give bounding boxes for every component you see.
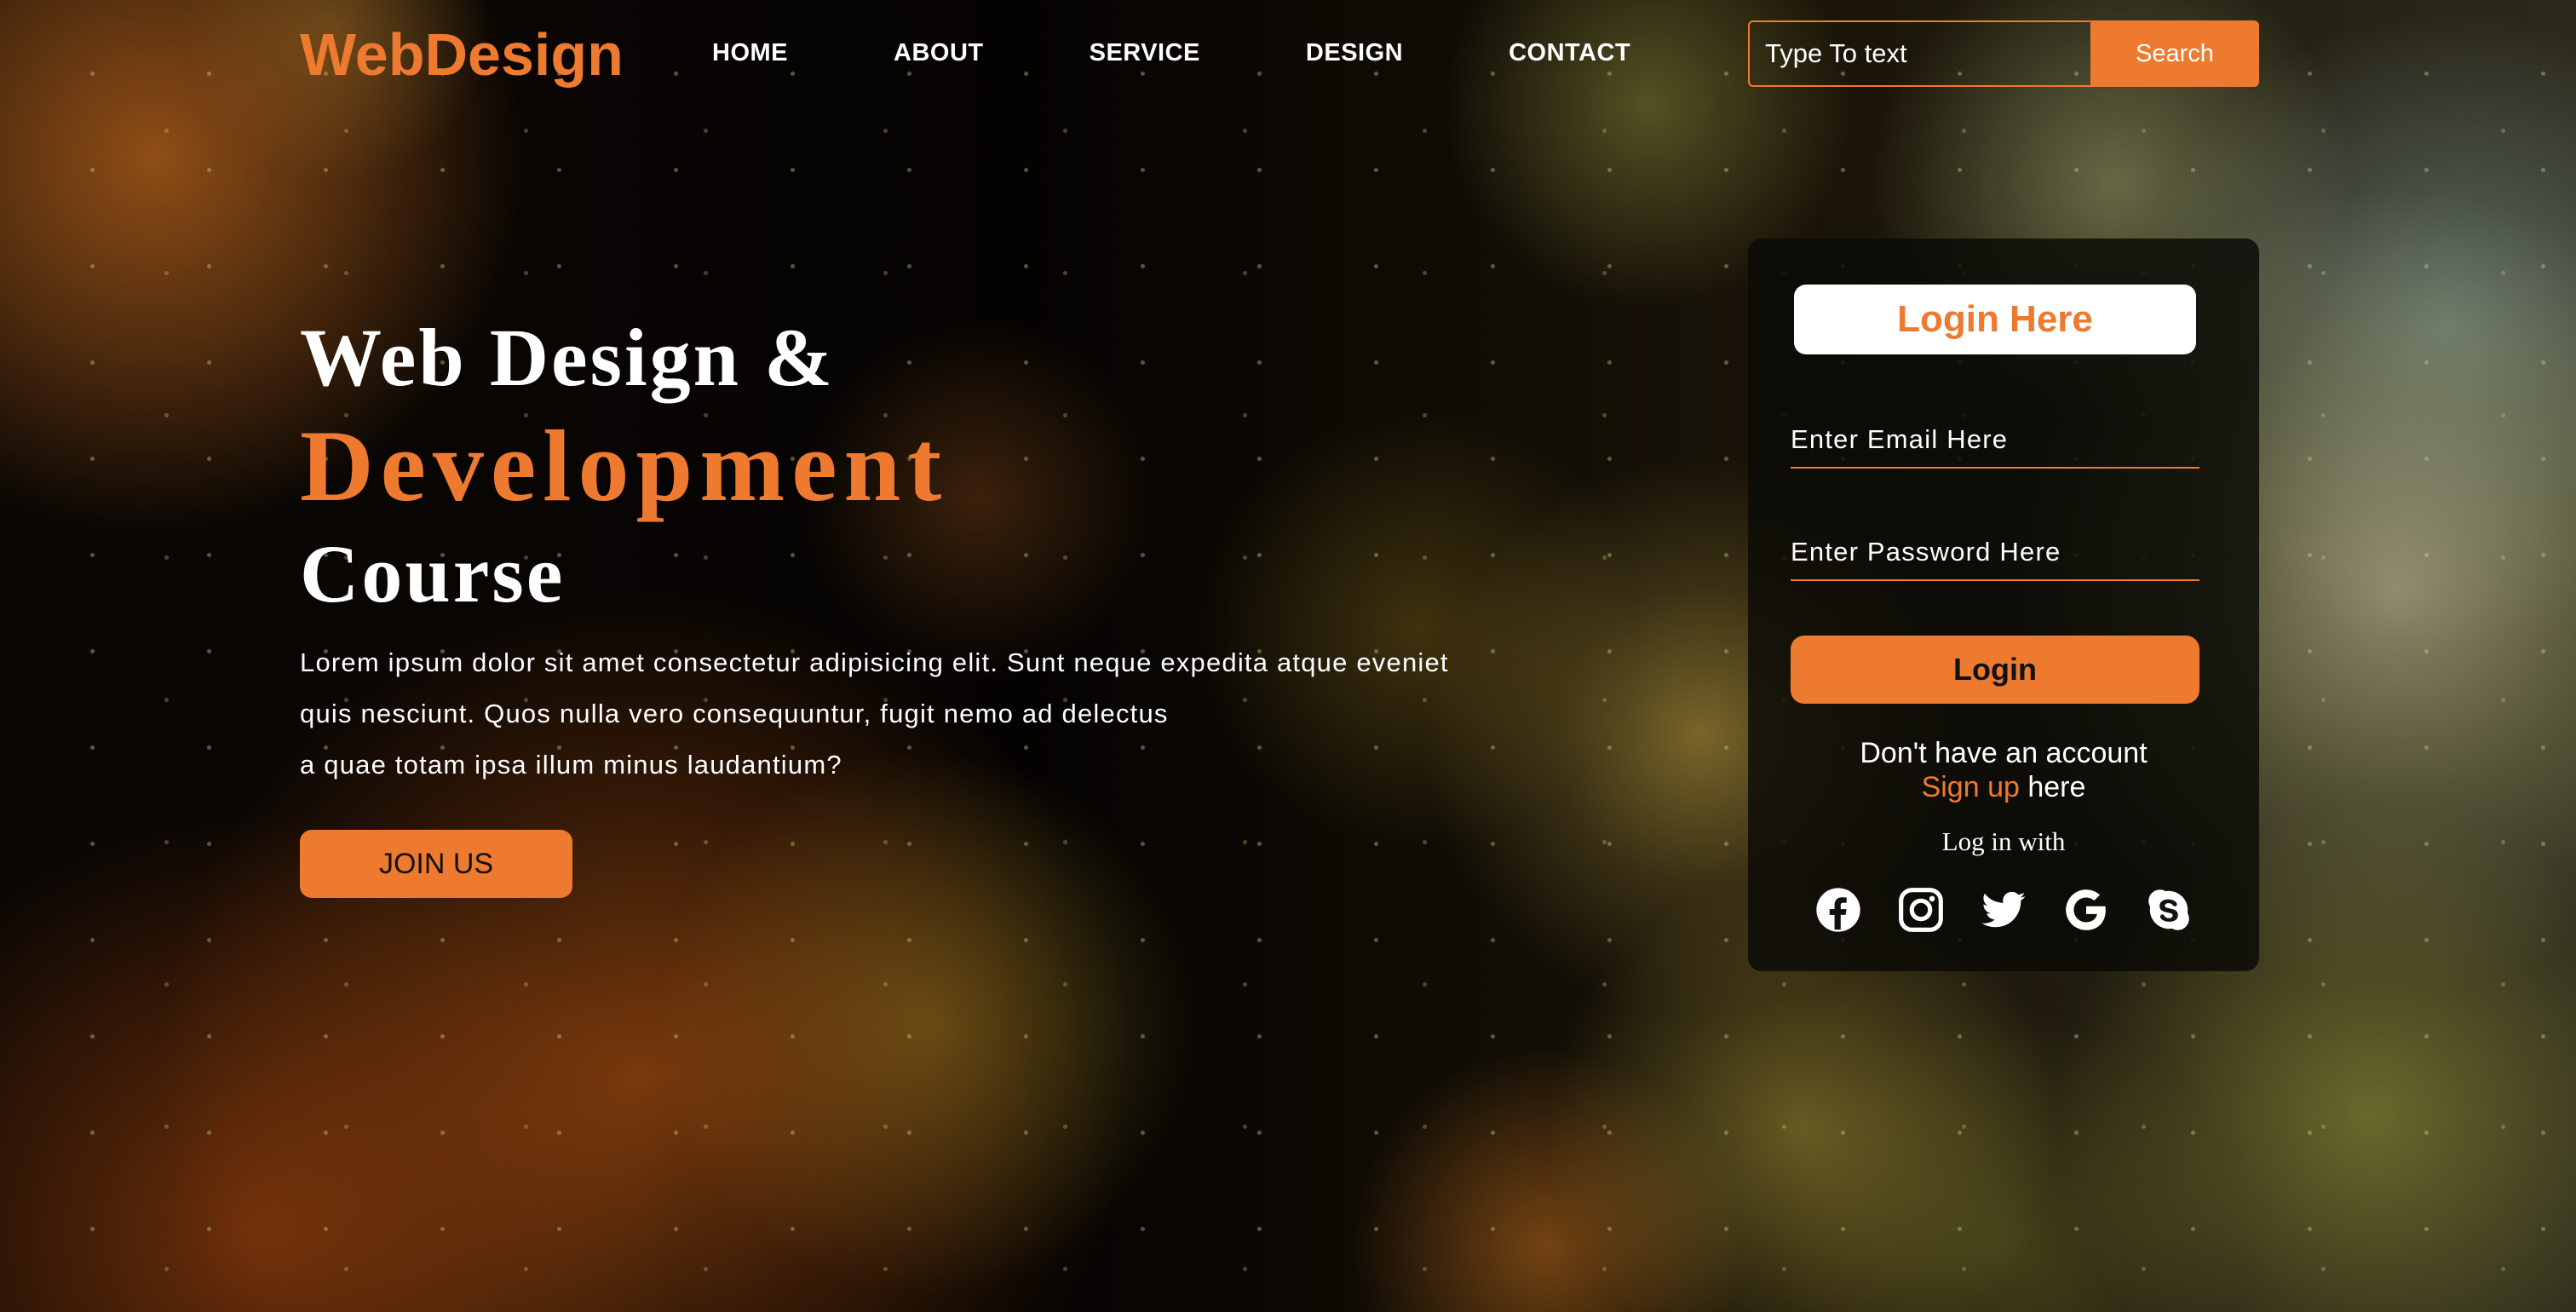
nav-contact-link[interactable]: CONTACT — [1509, 39, 1630, 67]
social-login-icons — [1814, 886, 2193, 934]
main-nav: HOME ABOUT SERVICE DESIGN CONTACT — [712, 39, 1630, 67]
hero-title-line-1: Web Design & — [300, 312, 836, 403]
login-with-label: Log in with — [1941, 826, 2066, 856]
search-button[interactable]: Search — [2090, 20, 2259, 87]
search-bar: Search — [1748, 20, 2259, 87]
site-logo[interactable]: WebDesign — [300, 20, 624, 89]
search-input[interactable] — [1748, 20, 2090, 87]
hero-title: Web Design & Development Course — [300, 307, 948, 625]
login-button[interactable]: Login — [1791, 636, 2199, 704]
login-panel: Login Here Login Don't have an account S… — [1748, 239, 2259, 971]
join-us-button[interactable]: JOIN US — [300, 830, 572, 898]
hero-title-line-2: Development — [300, 409, 949, 522]
hero-paragraph: Lorem ipsum dolor sit amet consectetur a… — [300, 637, 1629, 791]
signup-line: Sign up here — [1748, 770, 2259, 804]
hero-paragraph-line: a quae totam ipsa illum minus laudantium… — [300, 750, 842, 780]
facebook-icon[interactable] — [1814, 886, 1862, 934]
email-field[interactable] — [1791, 412, 2199, 469]
hero-title-line-3: Course — [300, 528, 566, 619]
nav-home-link[interactable]: HOME — [712, 39, 788, 67]
login-panel-title: Login Here — [1794, 285, 2196, 354]
signup-prompt: Don't have an account Sign up here — [1748, 736, 2259, 804]
signup-suffix: here — [2019, 771, 2086, 803]
nav-design-link[interactable]: DESIGN — [1306, 39, 1403, 67]
signup-link[interactable]: Sign up — [1922, 771, 2020, 803]
skype-icon[interactable] — [2145, 886, 2193, 934]
google-icon[interactable] — [2062, 886, 2110, 934]
nav-about-link[interactable]: ABOUT — [894, 39, 984, 67]
nav-service-link[interactable]: SERVICE — [1090, 39, 1200, 67]
no-account-text: Don't have an account — [1860, 737, 2148, 769]
password-field[interactable] — [1791, 525, 2199, 581]
hero-paragraph-line: quis nesciunt. Quos nulla vero consequun… — [300, 699, 1169, 728]
instagram-icon[interactable] — [1897, 886, 1945, 934]
twitter-icon[interactable] — [1980, 886, 2027, 934]
hero-paragraph-line: Lorem ipsum dolor sit amet consectetur a… — [300, 647, 1449, 677]
